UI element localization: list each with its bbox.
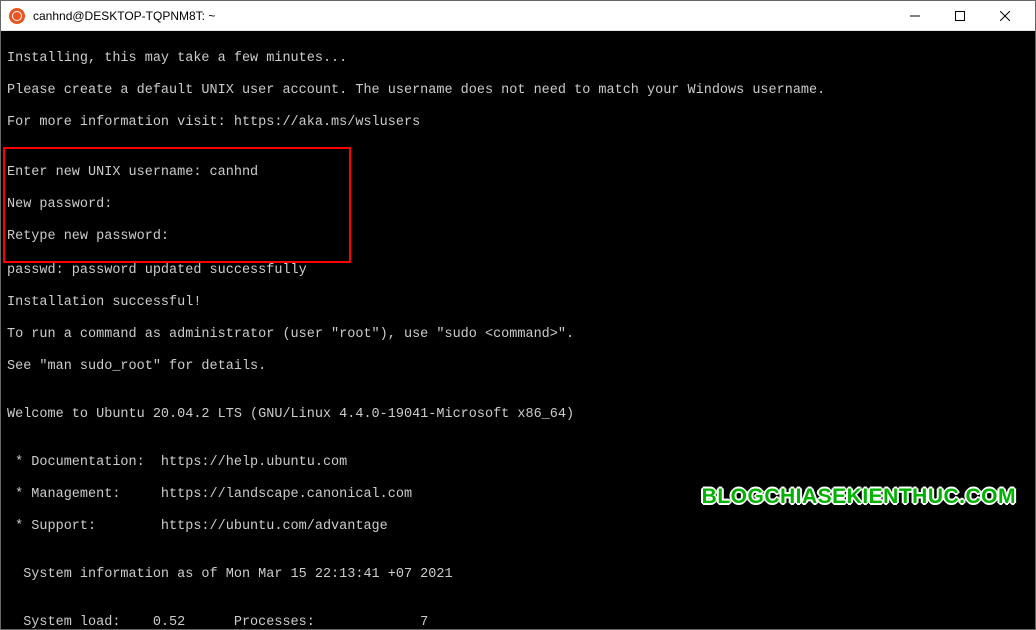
window-controls [892,1,1027,31]
terminal-line: * Support: https://ubuntu.com/advantage [7,519,1029,535]
terminal-window: canhnd@DESKTOP-TQPNM8T: ~ Installing, th… [0,0,1036,630]
window-title: canhnd@DESKTOP-TQPNM8T: ~ [33,9,892,23]
close-button[interactable] [982,1,1027,31]
terminal-line: System load: 0.52 Processes: 7 [7,615,1029,629]
terminal-line: Please create a default UNIX user accoun… [7,83,1029,99]
maximize-button[interactable] [937,1,982,31]
terminal-line: System information as of Mon Mar 15 22:1… [7,567,1029,583]
terminal-line: Welcome to Ubuntu 20.04.2 LTS (GNU/Linux… [7,407,1029,423]
terminal-line: To run a command as administrator (user … [7,327,1029,343]
terminal-line: For more information visit: https://aka.… [7,115,1029,131]
highlighted-section: Enter new UNIX username: canhnd New pass… [3,147,351,263]
terminal-line: Enter new UNIX username: canhnd [7,165,347,181]
terminal-line: Retype new password: [7,229,347,245]
terminal-line: passwd: password updated successfully [7,263,1029,279]
terminal-line: Installing, this may take a few minutes.… [7,51,1029,67]
ubuntu-icon [9,8,25,24]
titlebar[interactable]: canhnd@DESKTOP-TQPNM8T: ~ [1,1,1035,31]
minimize-button[interactable] [892,1,937,31]
terminal-line: New password: [7,197,347,213]
watermark-text: BLOGCHIASEKIENTHUC.COM [702,485,1016,509]
terminal-line: See "man sudo_root" for details. [7,359,1029,375]
terminal-line: Installation successful! [7,295,1029,311]
terminal-body[interactable]: Installing, this may take a few minutes.… [1,31,1035,629]
terminal-line: * Documentation: https://help.ubuntu.com [7,455,1029,471]
